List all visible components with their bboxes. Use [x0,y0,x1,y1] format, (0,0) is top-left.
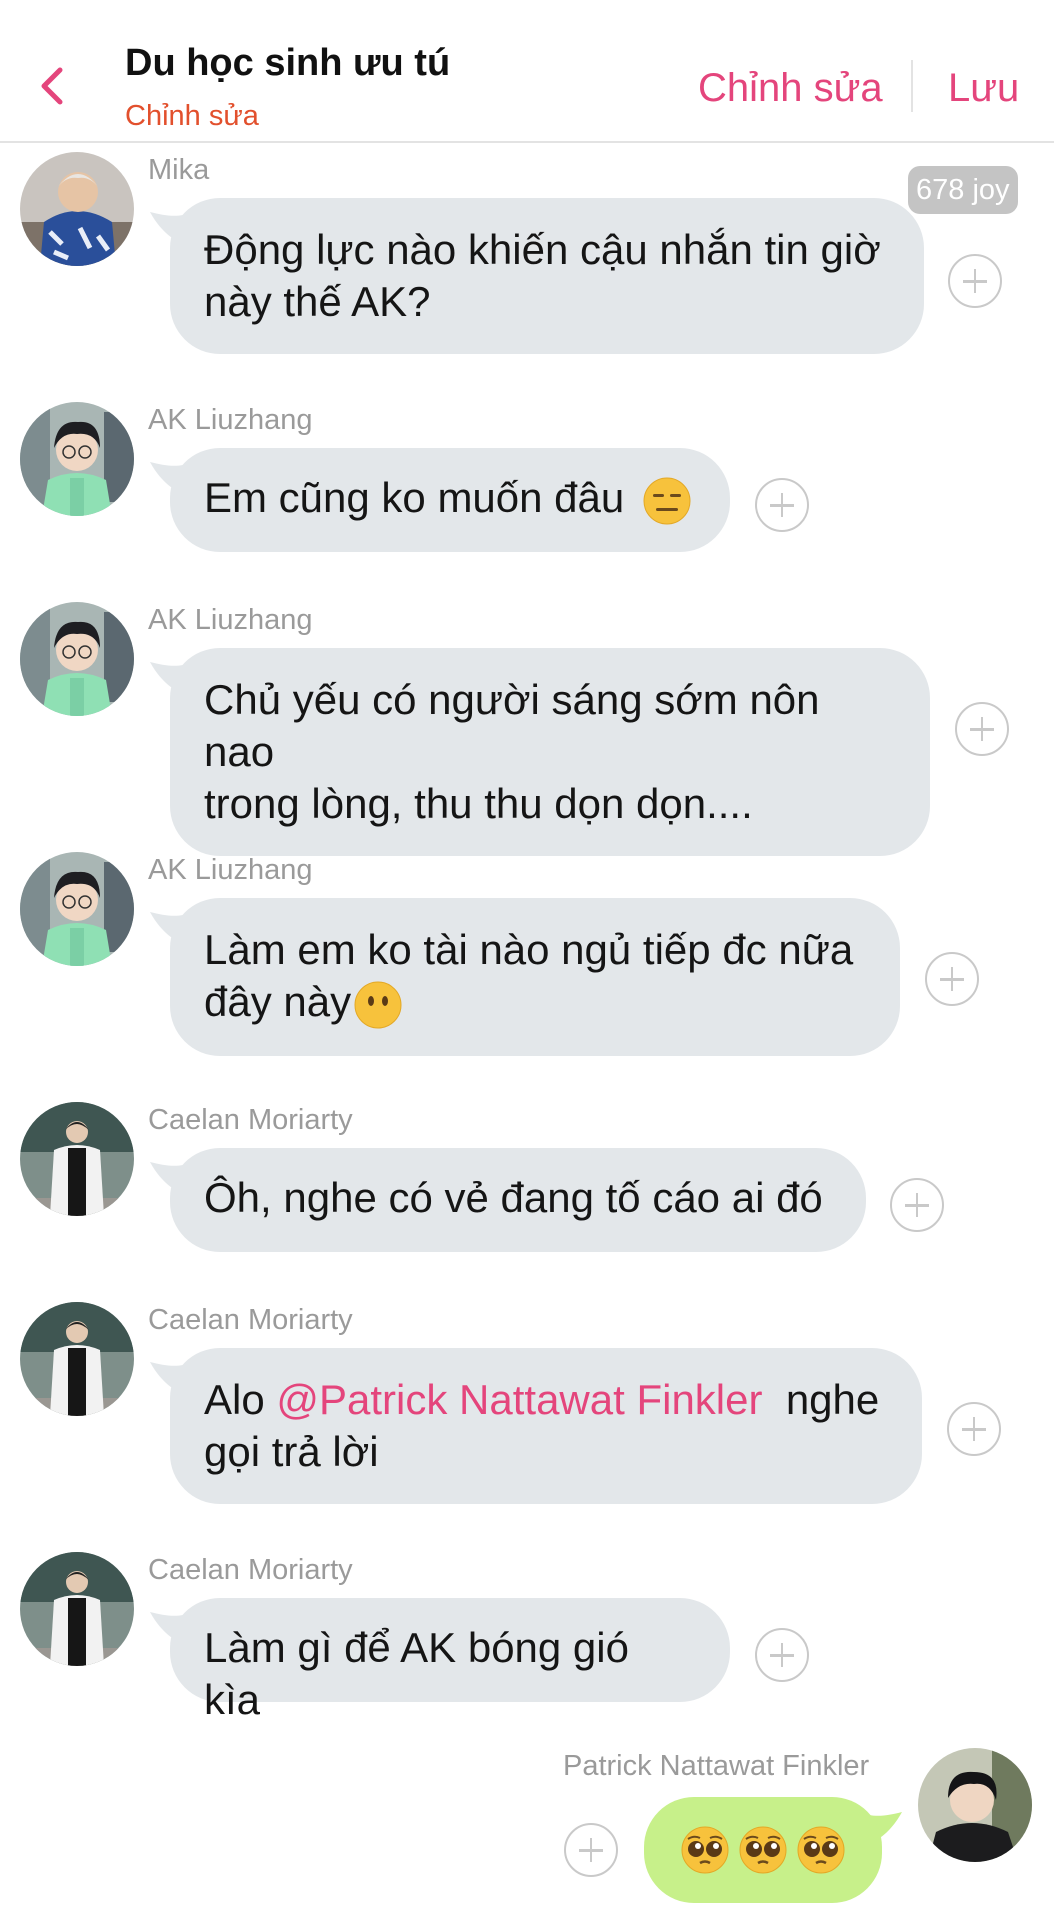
sender-name: AK Liuzhang [148,854,313,886]
avatar-caelan-moriarty[interactable] [20,1302,134,1416]
avatar-patrick-nattawat-finkler[interactable] [918,1748,1032,1862]
joy-count-badge: 678 joy [908,166,1018,214]
user-mention-link[interactable]: @Patrick Nattawat Finkler [276,1376,762,1423]
chat-header: Du học sinh ưu tú Chỉnh sửa Chỉnh sửa Lư… [0,0,1054,143]
sender-name: AK Liuzhang [148,404,313,436]
sender-name: Caelan Moriarty [148,1304,353,1336]
message-text: đây này [204,978,352,1025]
message-text: Em cũng ko muốn đâu [204,474,625,521]
add-reaction-button[interactable] [925,952,979,1006]
header-divider [911,60,913,112]
message-text-line: trong lòng, thu thu dọn dọn.... [204,780,753,827]
chevron-left-icon [41,67,63,105]
message-text-line: Động lực nào khiến cậu nhắn tin giờ [204,226,881,273]
message-text-line: này thế AK? [204,278,431,325]
pleading-face-emoji [738,1825,788,1875]
message-text-line: đây này [204,976,866,1030]
chat-title: Du học sinh ưu tú [125,42,451,84]
back-button[interactable] [30,50,80,120]
message-bubble[interactable]: Ôh, nghe có vẻ đang tố cáo ai đó [170,1148,866,1252]
expressionless-face-emoji [642,476,692,526]
pleading-face-emoji [680,1825,730,1875]
message-bubble[interactable]: Alo @Patrick Nattawat Finkler nghe gọi t… [170,1348,922,1504]
message-text: Alo [204,1376,265,1423]
message-bubble[interactable]: Làm em ko tài nào ngủ tiếp đc nữa đây nà… [170,898,900,1056]
sender-name: Mika [148,154,210,186]
avatar-caelan-moriarty[interactable] [20,1102,134,1216]
pleading-face-emoji [796,1825,846,1875]
sender-name: Patrick Nattawat Finkler [563,1750,870,1782]
avatar-caelan-moriarty[interactable] [20,1552,134,1666]
face-without-mouth-emoji [353,980,403,1030]
message-bubble[interactable]: Làm gì để AK bóng gió kìa [170,1598,730,1723]
add-reaction-button[interactable] [947,1402,1001,1456]
avatar-ak-liuzhang[interactable] [20,852,134,966]
message-text-line: gọi trả lời [204,1428,379,1475]
message-bubble[interactable] [644,1797,882,1903]
message-text: Ôh, nghe có vẻ đang tố cáo ai đó [204,1174,823,1221]
message-text-line: Chủ yếu có người sáng sớm nôn nao [204,676,820,775]
message-text: Làm gì để AK bóng gió kìa [204,1624,629,1723]
chat-subtitle: Chỉnh sửa [125,100,259,132]
avatar-ak-liuzhang[interactable] [20,602,134,716]
add-reaction-button[interactable] [755,478,809,532]
sender-name: Caelan Moriarty [148,1104,353,1136]
message-text: nghe [785,1376,880,1423]
message-text-line: Alo @Patrick Nattawat Finkler nghe [204,1374,888,1426]
avatar-ak-liuzhang[interactable] [20,402,134,516]
message-bubble[interactable]: Em cũng ko muốn đâu [170,448,730,552]
save-button[interactable]: Lưu [948,66,1019,111]
edit-button[interactable]: Chỉnh sửa [698,66,883,111]
sender-name: Caelan Moriarty [148,1554,353,1586]
add-reaction-button[interactable] [890,1178,944,1232]
sender-name: AK Liuzhang [148,604,313,636]
avatar-mika[interactable] [20,152,134,266]
add-reaction-button[interactable] [955,702,1009,756]
add-reaction-button[interactable] [948,254,1002,308]
message-text-line: Làm em ko tài nào ngủ tiếp đc nữa [204,926,854,973]
add-reaction-button[interactable] [755,1628,809,1682]
message-bubble[interactable]: Động lực nào khiến cậu nhắn tin giờ này … [170,198,924,354]
message-bubble[interactable]: Chủ yếu có người sáng sớm nôn nao trong … [170,648,930,856]
add-reaction-button[interactable] [564,1823,618,1877]
